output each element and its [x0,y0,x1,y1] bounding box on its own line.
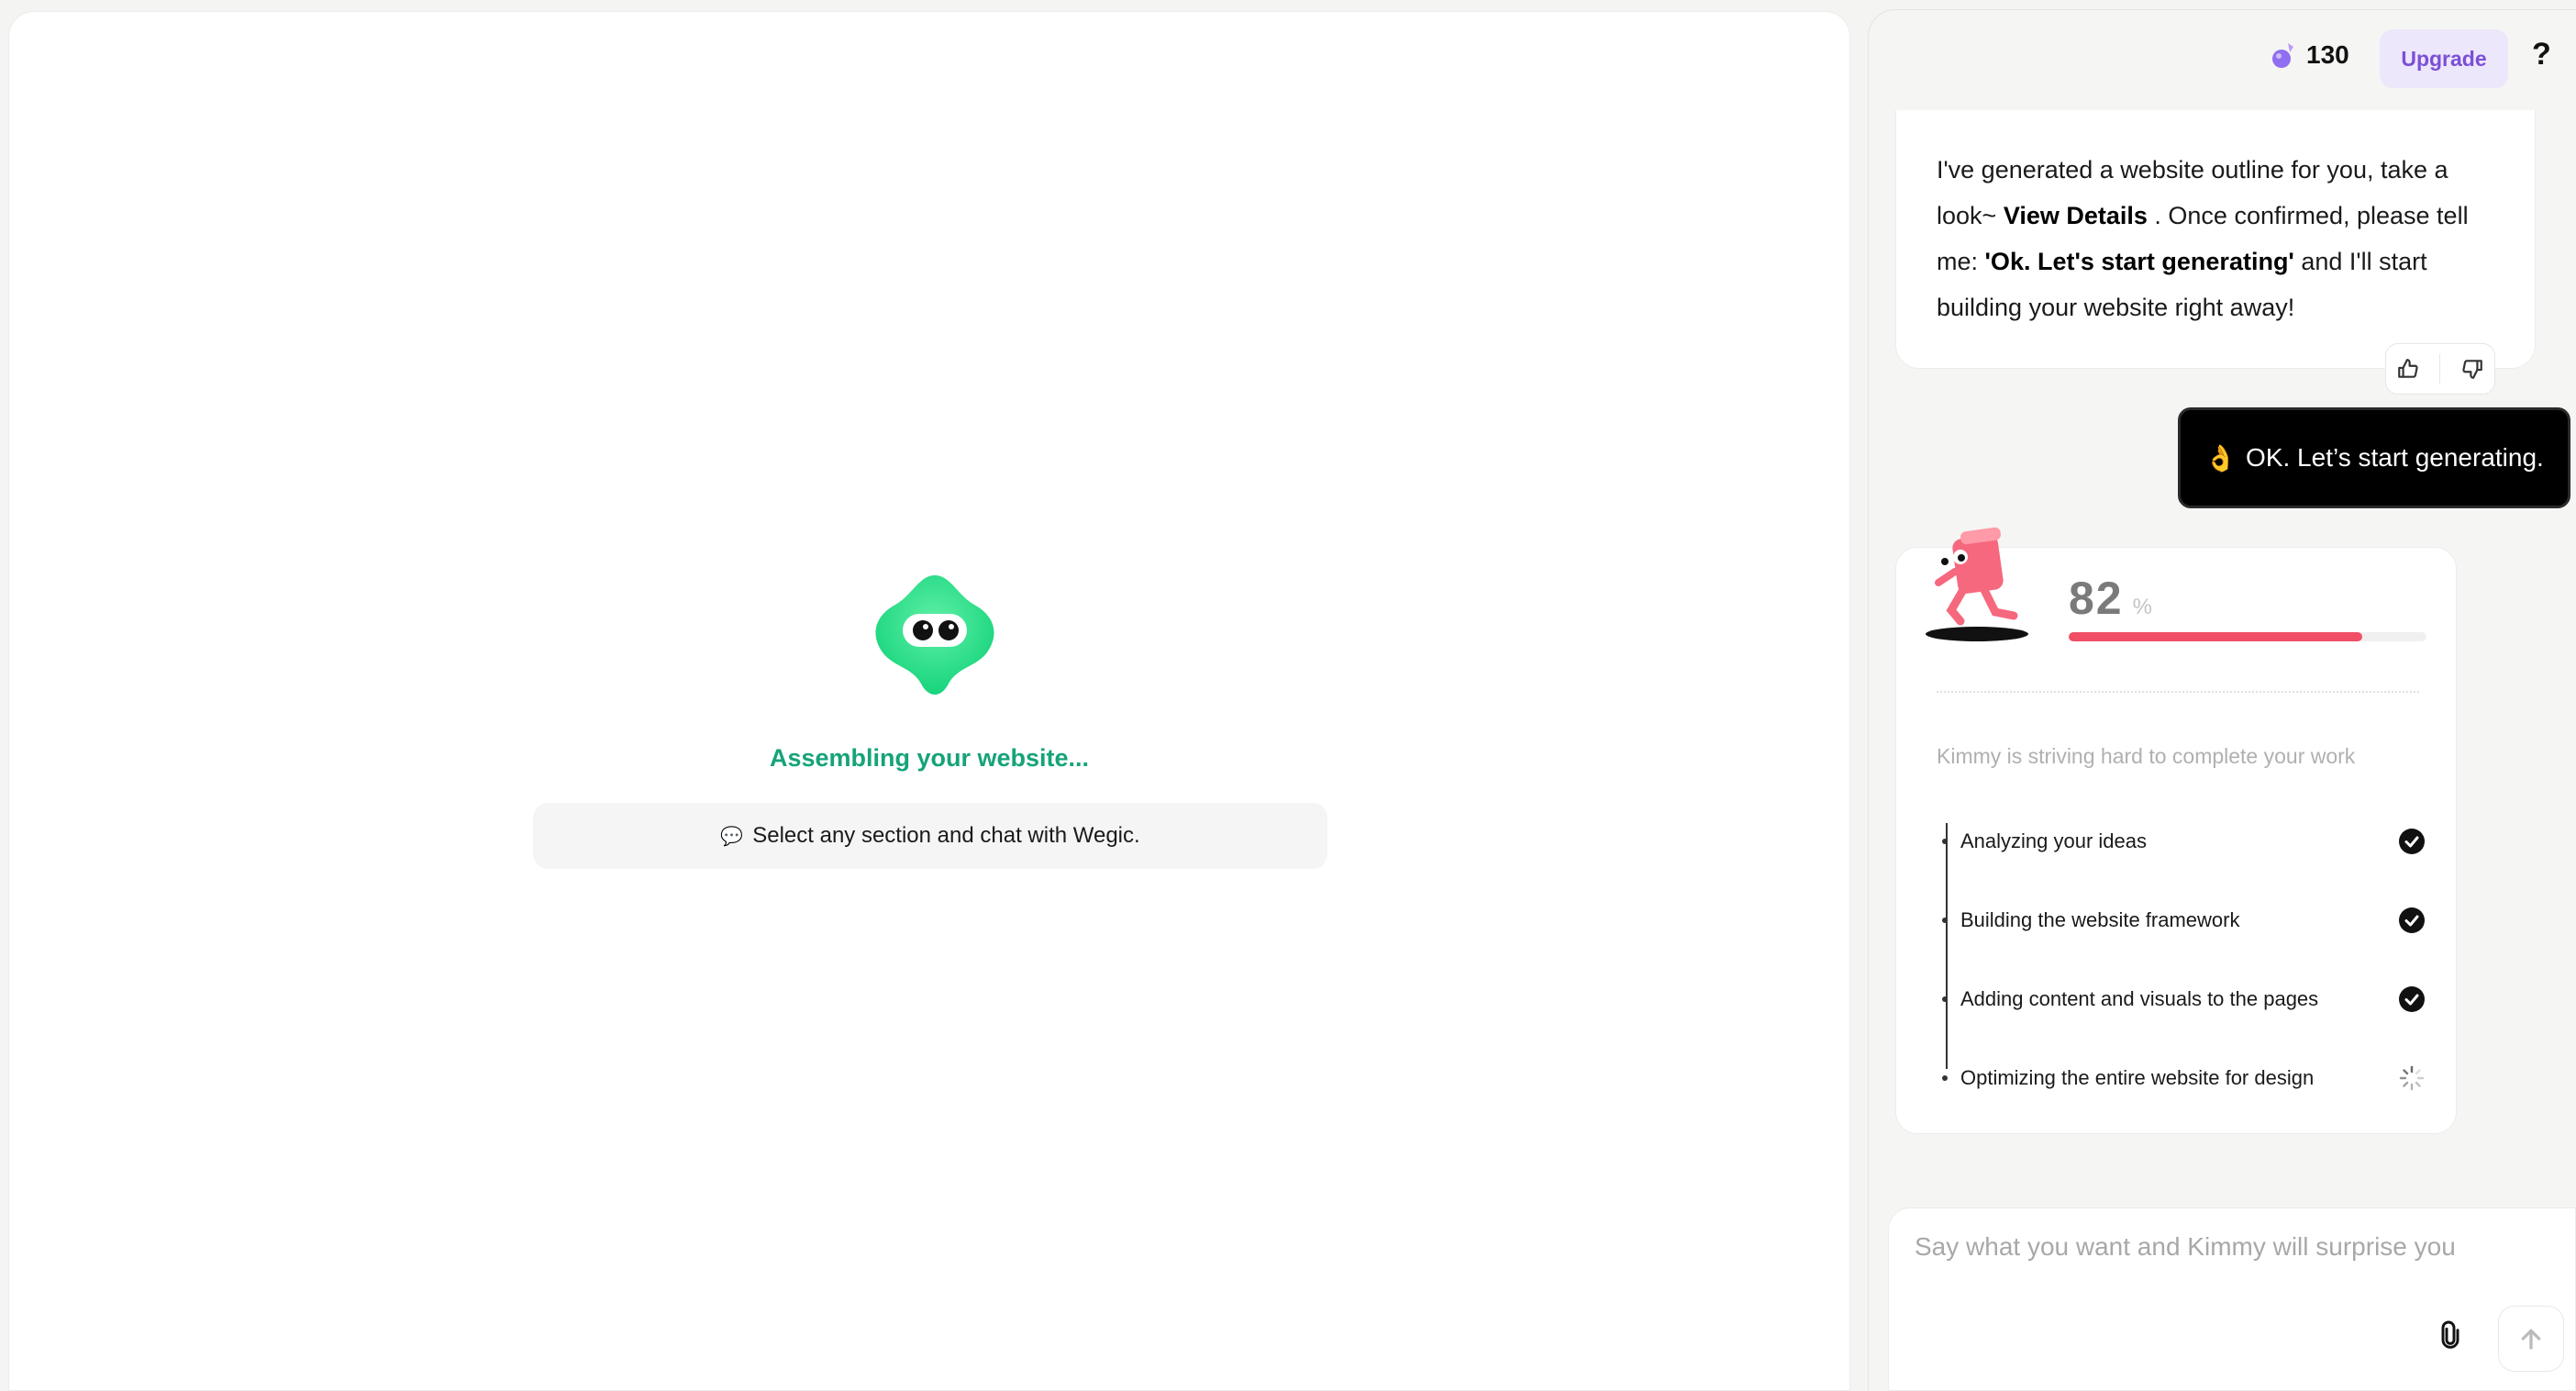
arrow-up-icon [2521,1329,2541,1350]
step-item: Building the website framework [1942,902,2426,939]
chat-hint-banner: 💬 Select any section and chat with Wegic… [533,803,1327,869]
step-dot [1942,918,1948,923]
gem-icon [2272,43,2293,68]
steps-timeline-line [1946,823,1948,1069]
preview-canvas: Assembling your website... 💬 Select any … [8,11,1850,1391]
view-details-link[interactable]: View Details [2004,202,2148,229]
step-dot [1942,996,1948,1002]
progress-percent-value: 82 [2069,573,2124,624]
chat-input[interactable] [1915,1232,2538,1262]
chat-composer [1888,1207,2576,1391]
message-feedback [2385,343,2495,395]
ok-hand-icon: 👌 [2204,443,2237,473]
speech-bubble-icon: 💬 [720,826,744,847]
step-item: Adding content and visuals to the pages [1942,981,2426,1018]
progress-card: 82 % Kimmy is striving hard to complete … [1895,527,2457,1134]
step-label: Optimizing the entire website for design [1960,1066,2315,1089]
credits-display: 130 [2271,40,2349,70]
kimmy-runner-icon [1926,527,2028,641]
assembling-status: Assembling your website... [769,744,1090,772]
credits-count: 130 [2306,40,2349,69]
step-label: Building the website framework [1960,908,2240,931]
step-item: Optimizing the entire website for design [1942,1060,2426,1096]
wegic-mascot-icon [875,575,994,695]
paperclip-icon[interactable] [2436,1319,2465,1356]
step-dot [1942,1075,1948,1081]
loading-spinner-icon [2397,1063,2426,1093]
progress-percent: 82 % [2069,572,2152,625]
thumbs-up-icon[interactable] [2396,357,2420,381]
step-label: Analyzing your ideas [1960,829,2148,852]
user-message: 👌 OK. Let’s start generating. [2178,407,2570,508]
user-message-text: OK. Let’s start generating. [2246,443,2544,472]
progress-percent-symbol: % [2132,595,2152,619]
help-button[interactable]: ? [2532,37,2551,72]
progress-bar-fill [2069,632,2362,641]
check-circle-icon [2397,906,2426,935]
step-label: Adding content and visuals to the pages [1960,987,2319,1010]
progress-bar [2069,632,2426,641]
feedback-divider [2439,354,2441,384]
start-generating-quote: 'Ok. Let's start generating' [1984,248,2294,275]
upgrade-button[interactable]: Upgrade [2380,29,2508,88]
step-item: Analyzing your ideas [1942,823,2426,860]
progress-divider [1937,691,2419,693]
thumbs-down-icon[interactable] [2460,357,2484,381]
check-circle-icon [2397,985,2426,1014]
step-dot [1942,839,1948,844]
chat-hint-text: Select any section and chat with Wegic. [752,823,1140,848]
ai-message: I've generated a website outline for you… [1895,110,2536,369]
check-circle-icon [2397,827,2426,856]
send-button[interactable] [2498,1306,2564,1372]
progress-status-text: Kimmy is striving hard to complete your … [1937,744,2356,768]
